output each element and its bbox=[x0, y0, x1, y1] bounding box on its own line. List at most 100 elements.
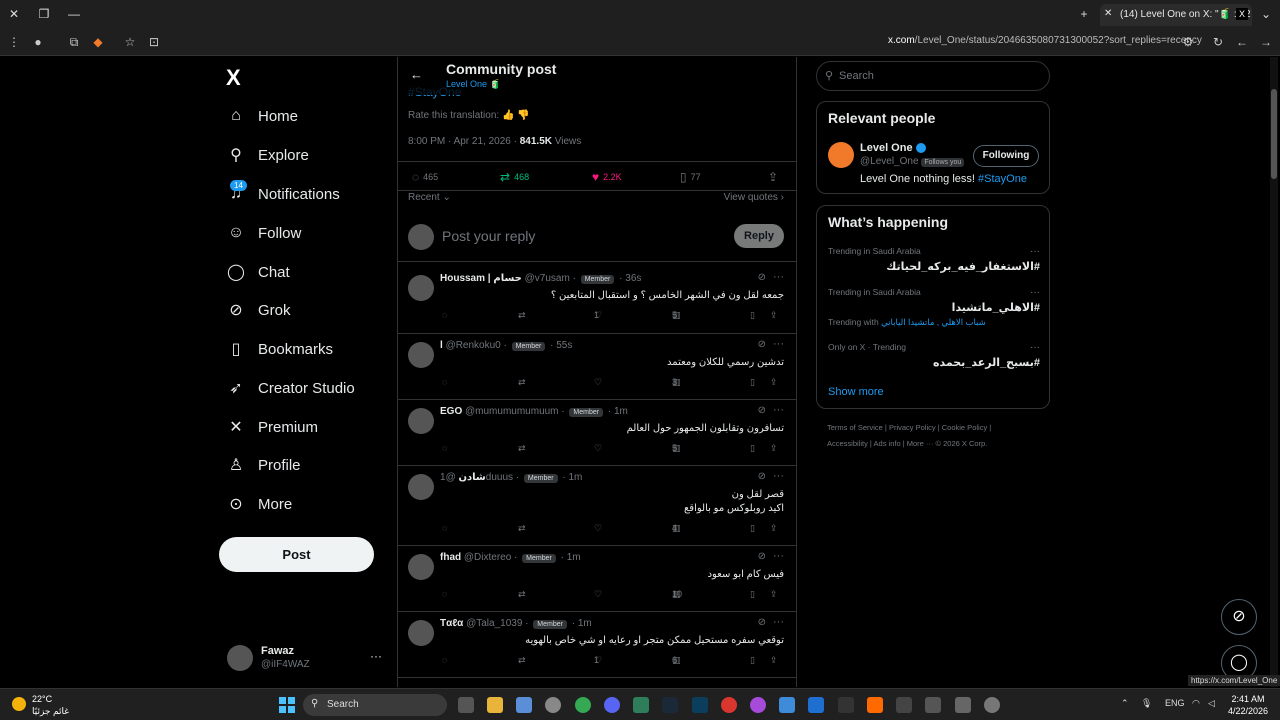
share-icon[interactable]: ⇪ bbox=[770, 589, 778, 600]
nav-more[interactable]: ⊙ More bbox=[226, 489, 292, 519]
like-button[interactable]: ♡ 1 bbox=[594, 310, 602, 320]
wifi-icon[interactable]: ◠ bbox=[1192, 698, 1200, 709]
display-name[interactable]: Houssam | حسام bbox=[440, 273, 522, 284]
nav-profile[interactable]: ♙ Profile bbox=[226, 450, 301, 480]
views-button[interactable]: ▥ 5 bbox=[672, 443, 681, 453]
repost-icon[interactable]: ⇄ bbox=[518, 589, 526, 600]
chrome-icon[interactable] bbox=[575, 697, 591, 713]
trend-item[interactable]: Only on X · Trending #بسبح_الرعد_بحمده ·… bbox=[828, 342, 1040, 369]
reply-item[interactable]: EGO @mumumumumuum · Member · 1m ⊘ ··· تسافر… bbox=[398, 400, 796, 466]
post-button[interactable]: Post bbox=[219, 537, 374, 572]
grok-icon[interactable]: ⊘ bbox=[758, 551, 766, 562]
bookmark-star-icon[interactable]: ☆ bbox=[122, 34, 138, 50]
views-button[interactable]: ▥ 6 bbox=[672, 655, 681, 665]
back-icon[interactable]: ← bbox=[1234, 34, 1250, 50]
bookmark-stat[interactable]: ▯ 77 bbox=[680, 170, 701, 184]
x-logo[interactable]: X bbox=[226, 65, 241, 91]
reply-item[interactable]: l @Renkoku0 · Member · 55s ⊘ ··· تدشين رسمي… bbox=[398, 334, 796, 400]
comment-icon[interactable]: ◌ bbox=[442, 310, 447, 320]
like-button[interactable]: ♡ bbox=[594, 523, 602, 533]
sort-dropdown[interactable]: Recent ⌄ bbox=[408, 192, 451, 203]
scrollbar[interactable] bbox=[1270, 57, 1278, 687]
views-button[interactable]: ▥ 5 bbox=[672, 310, 681, 320]
app-icon[interactable] bbox=[750, 697, 766, 713]
more-options-icon[interactable]: ··· bbox=[773, 338, 784, 350]
windows-start-icon[interactable] bbox=[279, 697, 295, 713]
nav-home[interactable]: ⌂ Home bbox=[226, 101, 298, 131]
nav-premium[interactable]: ✕ Premium bbox=[226, 412, 318, 442]
handle[interactable]: @Tala_1039 bbox=[466, 618, 522, 629]
brave-shield-icon[interactable]: ◆ bbox=[90, 34, 106, 50]
display-name[interactable]: Tαℓα bbox=[440, 618, 463, 629]
share-icon[interactable]: ⇪ bbox=[768, 170, 782, 184]
app-icon[interactable] bbox=[955, 697, 971, 713]
screenshot-icon[interactable]: ⊡ bbox=[146, 34, 162, 50]
share-icon[interactable]: ⇪ bbox=[770, 443, 778, 454]
timestamp[interactable]: 1m bbox=[568, 472, 582, 483]
bookmark-icon[interactable]: ▯ bbox=[750, 589, 755, 600]
repost-icon[interactable]: ⇄ bbox=[518, 310, 526, 321]
avatar[interactable] bbox=[408, 620, 434, 646]
timestamp[interactable]: 1m bbox=[567, 552, 581, 563]
app-icon[interactable] bbox=[925, 697, 941, 713]
app-icon[interactable] bbox=[896, 697, 912, 713]
like-button[interactable]: ♡ bbox=[594, 377, 602, 387]
timestamp[interactable]: 1m bbox=[614, 406, 628, 417]
repost-stat[interactable]: ⇄ 468 bbox=[500, 170, 529, 184]
reload-icon[interactable]: ↻ bbox=[1210, 34, 1226, 50]
bookmark-icon[interactable]: ▯ bbox=[750, 523, 755, 534]
comment-icon[interactable]: ◌ bbox=[442, 523, 447, 533]
taskbar-search[interactable]: ⚲ Search bbox=[303, 694, 447, 716]
trend-more-icon[interactable]: ··· bbox=[1030, 342, 1040, 353]
reply-item[interactable]: fhad @Dixtereo · Member · 1m ⊘ ··· فيس كام … bbox=[398, 546, 796, 612]
app-icon[interactable] bbox=[633, 697, 649, 713]
new-tab-icon[interactable]: + bbox=[1076, 6, 1092, 22]
grok-float-icon[interactable]: ⊘ bbox=[1221, 599, 1257, 635]
avatar[interactable] bbox=[408, 474, 434, 500]
bookmark-icon[interactable]: ▯ bbox=[750, 377, 755, 388]
app-icon[interactable] bbox=[721, 697, 737, 713]
display-name[interactable]: شادن bbox=[459, 472, 486, 483]
like-button[interactable]: ♡ bbox=[594, 589, 602, 599]
nav-follow[interactable]: ☺ Follow bbox=[226, 218, 302, 248]
forward-icon[interactable]: → bbox=[1258, 34, 1274, 50]
reply-item[interactable]: Tαℓα @Tala_1039 · Member · 1m ⊘ ··· توقعي س… bbox=[398, 612, 796, 678]
timestamp[interactable]: 1m bbox=[578, 618, 592, 629]
thumbs-down-icon[interactable]: 👎 bbox=[517, 110, 529, 121]
volume-icon[interactable]: ◁ bbox=[1208, 698, 1215, 709]
reply-item[interactable]: Houssam | حسام @v7usam · Member · 36s ⊘ ··… bbox=[398, 267, 796, 334]
like-stat[interactable]: ♥ 2.2K bbox=[592, 170, 622, 184]
profile-icon[interactable]: ● bbox=[30, 34, 46, 50]
more-options-icon[interactable]: ··· bbox=[773, 470, 784, 482]
nav-chat[interactable]: ◯ Chat bbox=[226, 257, 290, 287]
handle[interactable]: @Renkoku0 bbox=[446, 340, 501, 351]
repost-icon[interactable]: ⇄ bbox=[518, 377, 526, 388]
more-options-icon[interactable]: ··· bbox=[773, 271, 784, 283]
reply-input[interactable]: Post your reply bbox=[442, 228, 535, 244]
close-window-icon[interactable]: ✕ bbox=[6, 6, 22, 22]
trend-item[interactable]: Trending in Saudi Arabia #الاهلي_ماتشيدا… bbox=[828, 287, 1040, 328]
trend-more-icon[interactable]: ··· bbox=[1030, 246, 1040, 257]
more-options-icon[interactable]: ··· bbox=[773, 550, 784, 562]
grok-icon[interactable]: ⊘ bbox=[758, 405, 766, 416]
tab-list-icon[interactable]: ⌄ bbox=[1258, 6, 1274, 22]
back-arrow-icon[interactable]: ← bbox=[410, 67, 423, 82]
comment-icon[interactable]: ◌ bbox=[442, 377, 447, 387]
site-settings-icon[interactable]: ⚙ bbox=[1180, 34, 1196, 50]
grok-icon[interactable]: ⊘ bbox=[758, 272, 766, 283]
more-options-icon[interactable]: ··· bbox=[773, 616, 784, 628]
reply-button[interactable]: Reply bbox=[734, 224, 784, 248]
app-icon[interactable] bbox=[779, 697, 795, 713]
views-button[interactable]: ▥ 4 bbox=[672, 523, 681, 533]
nav-explore[interactable]: ⚲ Explore bbox=[226, 140, 309, 170]
following-button[interactable]: Following bbox=[973, 145, 1039, 167]
community-name[interactable]: Level One 🧃 bbox=[446, 79, 501, 90]
avatar[interactable] bbox=[408, 342, 434, 368]
share-icon[interactable]: ⇪ bbox=[770, 310, 778, 321]
store-icon[interactable] bbox=[516, 697, 532, 713]
display-name[interactable]: fhad bbox=[440, 552, 461, 563]
reply-item[interactable]: شادن @1duuus · Member · 1m ⊘ ··· قصر لقل ون… bbox=[398, 466, 796, 546]
view-quotes-link[interactable]: View quotes › bbox=[724, 192, 784, 203]
trend-item[interactable]: Trending in Saudi Arabia #الاستغفار_فيه_… bbox=[828, 246, 1040, 273]
app-icon[interactable] bbox=[692, 697, 708, 713]
